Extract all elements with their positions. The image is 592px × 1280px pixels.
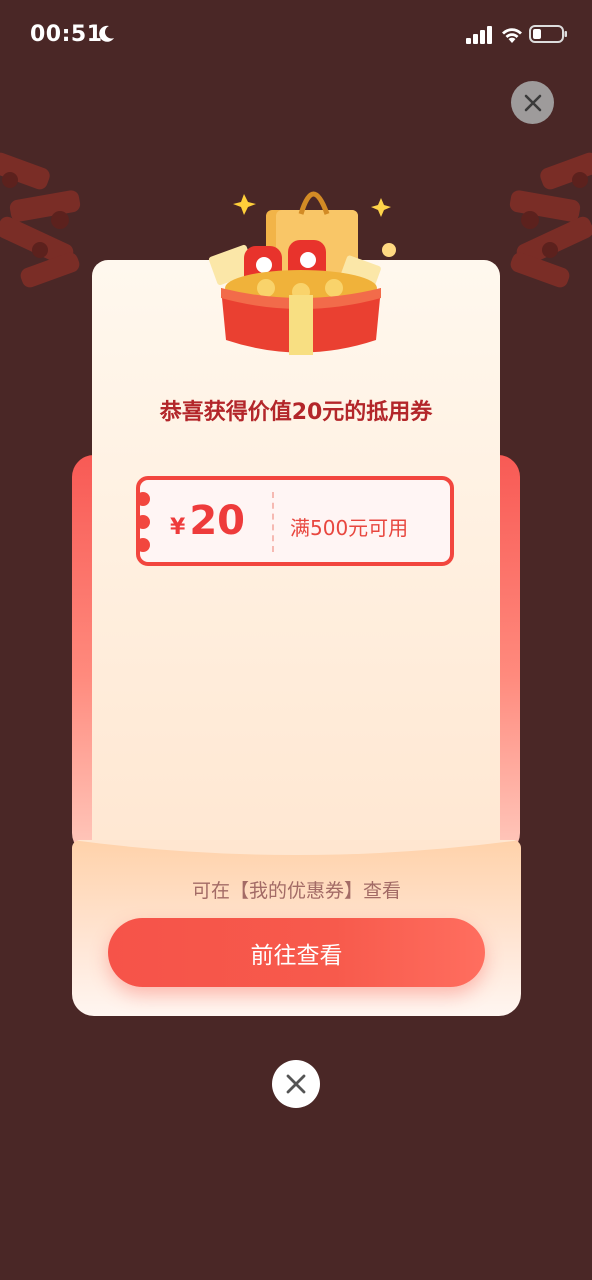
coupon-hint-text: 可在【我的优惠券】查看: [191, 880, 401, 902]
firecracker-decoration-left: [0, 152, 81, 288]
dialog-title: 恭喜获得价值20元的抵用券: [159, 400, 433, 425]
coupon-currency: ¥: [170, 515, 186, 540]
coupon-value: 20: [189, 498, 245, 544]
coupon-notch: [136, 538, 150, 552]
status-bar: 00:51: [0, 0, 592, 70]
wifi-icon: [502, 28, 522, 43]
coupon-divider: [272, 492, 274, 552]
status-time: 00:51: [30, 22, 103, 47]
firecracker-decoration-right: [509, 152, 592, 288]
coupon-card: ¥ 20 满500元可用: [136, 476, 454, 566]
gift-box-icon: [208, 191, 396, 355]
close-icon: [524, 94, 541, 111]
signal-icon: [466, 26, 492, 44]
coupon-notch: [136, 492, 150, 506]
top-close-button[interactable]: [511, 81, 554, 124]
coupon-notch: [136, 515, 150, 529]
bottom-close-button[interactable]: [272, 1060, 320, 1108]
coupon-amount: ¥ 20: [170, 498, 245, 544]
battery-icon: [529, 25, 567, 43]
moon-icon: [99, 25, 114, 42]
coupon-condition: 满500元可用: [290, 516, 409, 540]
view-coupon-button[interactable]: 前往查看: [108, 918, 485, 987]
close-icon: [286, 1074, 306, 1094]
